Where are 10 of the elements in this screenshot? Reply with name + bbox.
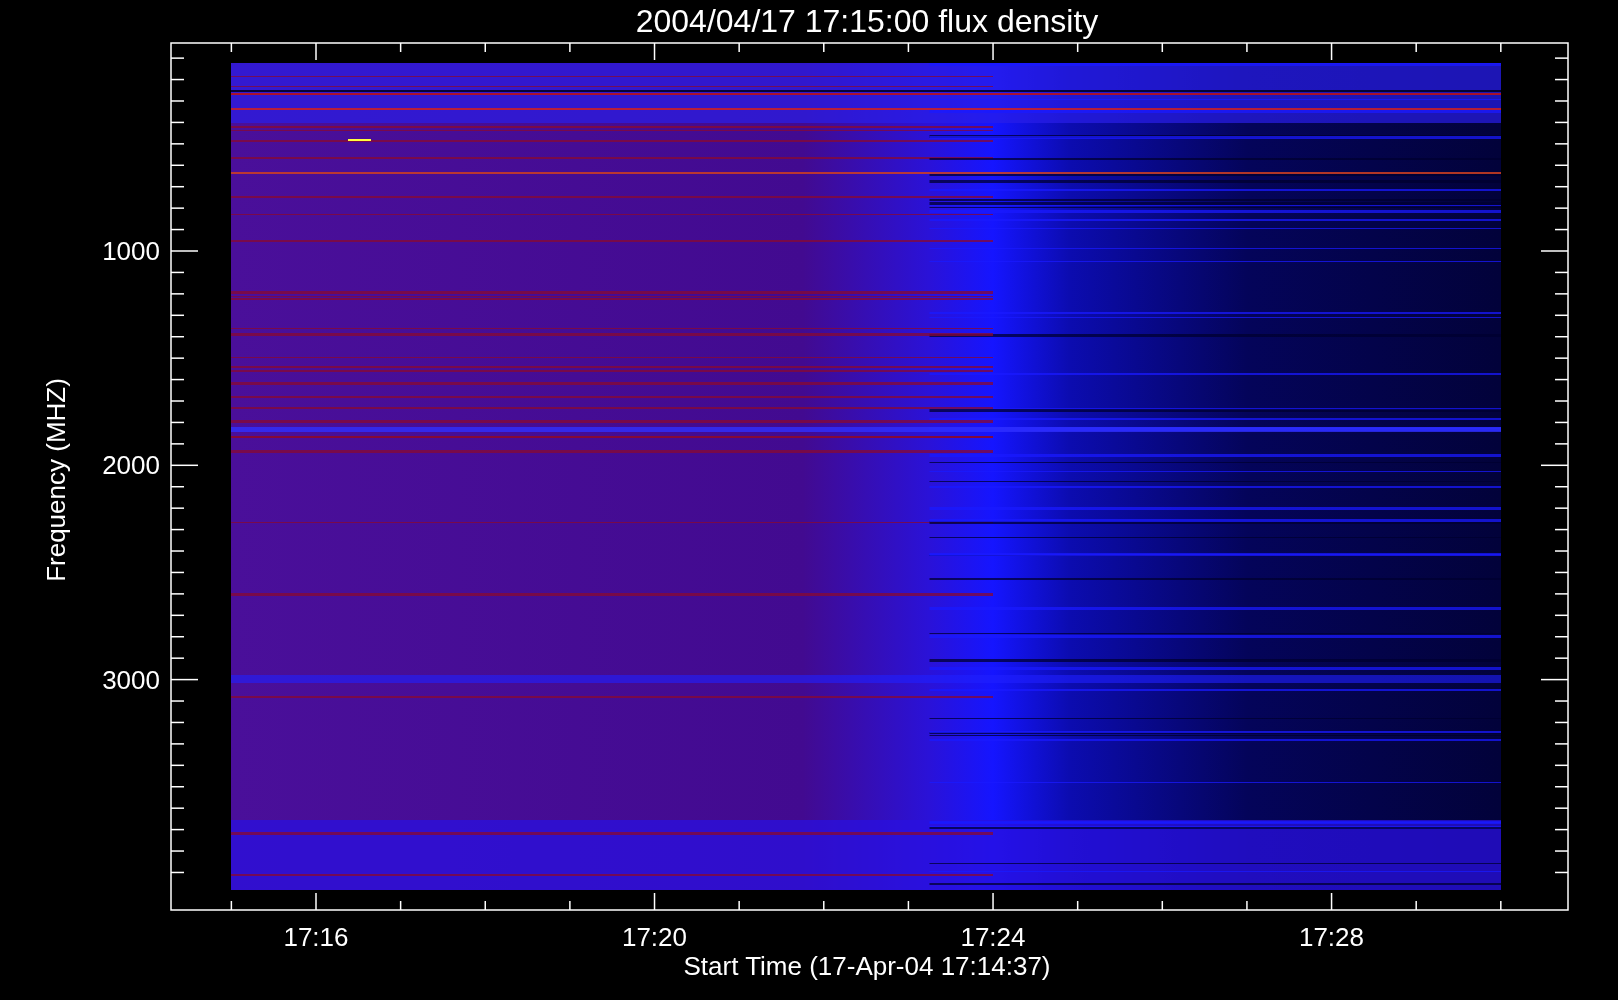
axis-label: Start Time (17-Apr-04 17:14:37) — [683, 951, 1051, 981]
tick-label: 1000 — [102, 236, 160, 266]
axis-label: Frequency (MHZ) — [41, 378, 71, 582]
tick-label: 17:16 — [283, 922, 349, 952]
plot-title: 2004/04/17 17:15:00 flux density — [635, 3, 1099, 39]
tick-label: 17:28 — [1298, 922, 1365, 952]
tick-label: 2000 — [102, 450, 160, 481]
tick-label: 3000 — [102, 664, 160, 695]
tick-label: 17:20 — [621, 922, 688, 952]
tick-label: 17:24 — [960, 922, 1026, 952]
